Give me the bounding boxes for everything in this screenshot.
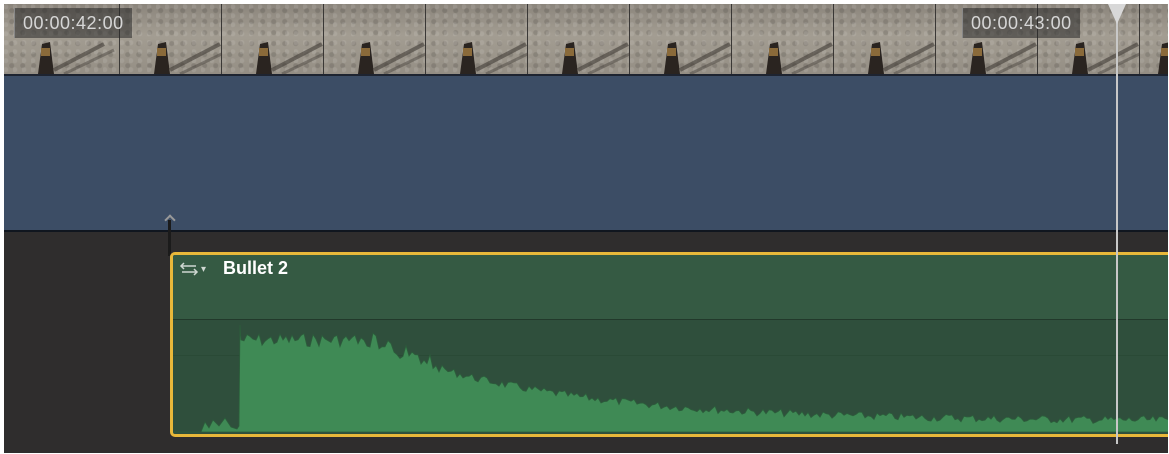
video-clip[interactable]	[4, 76, 1168, 232]
waveform-shape	[173, 324, 1168, 433]
timecode-label: 00:00:43:00	[962, 8, 1080, 38]
clip-swap-icon[interactable]	[179, 261, 199, 277]
film-frame	[528, 4, 630, 74]
audio-clip[interactable]: ▾ Bullet 2	[170, 252, 1168, 437]
timecode-label: 00:00:42:00	[14, 8, 132, 38]
film-frame	[630, 4, 732, 74]
film-frame	[732, 4, 834, 74]
clip-name: Bullet 2	[223, 258, 289, 278]
playhead-handle[interactable]	[1108, 4, 1126, 24]
film-frame	[426, 4, 528, 74]
timeline[interactable]: 00:00:42:00 00:00:43:00 ▾ Bullet 2	[4, 4, 1168, 453]
audio-waveform	[173, 324, 1168, 433]
film-frame	[324, 4, 426, 74]
film-frame	[834, 4, 936, 74]
film-frame	[1140, 4, 1168, 74]
film-frame	[120, 4, 222, 74]
playhead[interactable]	[1116, 4, 1118, 444]
film-frame	[222, 4, 324, 74]
chevron-down-icon[interactable]: ▾	[201, 264, 206, 275]
